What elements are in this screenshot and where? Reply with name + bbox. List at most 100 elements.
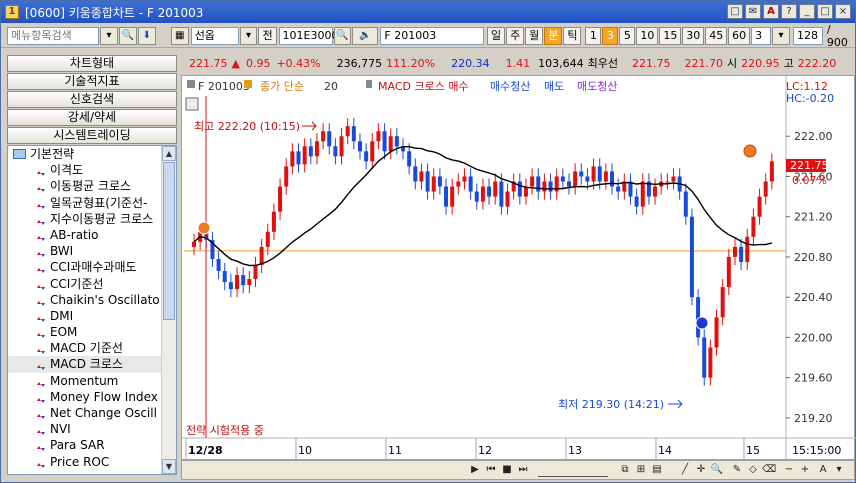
close-button[interactable]: ×	[835, 4, 851, 19]
tree-item[interactable]: Momentum	[8, 373, 176, 389]
cross-icon[interactable]: ✛	[694, 463, 708, 477]
candle-body	[271, 211, 276, 232]
count-input[interactable]: 128	[792, 26, 823, 45]
candle-body	[708, 347, 713, 378]
pen-icon[interactable]: ✎	[730, 463, 744, 477]
tree-item[interactable]: Price ROC	[8, 454, 176, 470]
plus-icon[interactable]: +	[798, 463, 812, 477]
tree-item[interactable]: MACD 기준선	[8, 340, 176, 356]
candle-body	[714, 317, 719, 348]
tree-item[interactable]: BWI	[8, 243, 176, 259]
interval-3[interactable]: 3	[602, 26, 619, 45]
tab-minute[interactable]: 분	[544, 26, 563, 45]
tree-item[interactable]: EOM	[8, 324, 176, 340]
stop-icon[interactable]: ■	[500, 463, 514, 477]
minimize-button[interactable]: _	[799, 4, 815, 19]
zoom-slider[interactable]	[538, 463, 608, 477]
speaker-icon[interactable]: 🔈	[352, 26, 379, 45]
candle-body	[480, 186, 485, 202]
tree-item[interactable]: CCI기준선	[8, 276, 176, 292]
tree-item[interactable]: AB-ratio	[8, 227, 176, 243]
scroll-down-icon[interactable]: ▼	[162, 459, 176, 474]
interval-60[interactable]: 60	[728, 26, 751, 45]
interval-1[interactable]: 1	[585, 26, 602, 45]
strength-weakness-button[interactable]: 강세/약세	[7, 109, 177, 126]
interval-dropdown-icon[interactable]: ▾	[772, 26, 790, 45]
forward-icon[interactable]: ⏭	[516, 463, 530, 477]
tab-week[interactable]: 주	[506, 26, 525, 45]
scroll-up-icon[interactable]: ▲	[162, 146, 176, 161]
text-icon[interactable]: A	[816, 463, 830, 477]
tree-item[interactable]: CCI과매수과매도	[8, 259, 176, 275]
download-icon[interactable]: ⬇	[137, 26, 156, 45]
candle-body	[296, 151, 301, 165]
split-icon[interactable]: ⊞	[634, 463, 648, 477]
tree-item[interactable]: MACD 크로스	[8, 356, 176, 373]
tab-month[interactable]: 월	[525, 26, 544, 45]
search-icon[interactable]: 🔍	[118, 26, 137, 45]
menu-search-input[interactable]	[7, 26, 99, 45]
product-dropdown-icon[interactable]: ▾	[239, 26, 258, 45]
tree-item[interactable]: Para SAR	[8, 437, 176, 453]
help-icon[interactable]: ?	[781, 4, 797, 19]
chart-type-button[interactable]: 차트형태	[7, 55, 177, 72]
grid-icon[interactable]: ▦	[170, 26, 189, 45]
chart-svg[interactable]: 222.00221.60221.20220.80220.40220.00219.…	[182, 76, 856, 461]
scroll-thumb[interactable]	[163, 162, 175, 320]
tree-item[interactable]: Chaikin's Oscillato	[8, 292, 176, 308]
candle-body	[216, 258, 221, 272]
strategy-icon	[36, 247, 46, 258]
font-icon[interactable]: A	[763, 4, 779, 19]
candle-body	[284, 166, 289, 187]
window-icon[interactable]: ⧉	[618, 463, 632, 477]
title-buttons: □ ✉ A ? _ □ ×	[727, 4, 851, 19]
x-tick-label: 11	[388, 444, 402, 457]
tree-item[interactable]: 지수이동평균 크로스	[8, 211, 176, 227]
strategy-tree[interactable]: 기본전략 이격도 이동평균 크로스 일목균형표(기준선- 지수이동평균 크로스 AB-r…	[7, 145, 177, 475]
interval-input[interactable]: 3	[751, 26, 772, 45]
shapes-icon[interactable]: ◇	[746, 463, 760, 477]
minus-icon[interactable]: −	[782, 463, 796, 477]
price-chart[interactable]: 222.00 221.60 221.20 220.80 220.40 220.00 219.…	[181, 75, 856, 461]
interval-30[interactable]: 30	[682, 26, 705, 45]
candle-body	[732, 246, 737, 257]
rewind-icon[interactable]: ⏮	[484, 463, 498, 477]
jeon-button[interactable]: 전	[258, 26, 277, 45]
interval-10[interactable]: 10	[636, 26, 659, 45]
candle-body	[413, 166, 418, 182]
tree-scrollbar[interactable]: ▲ ▼	[161, 146, 176, 474]
tree-item[interactable]: 일목균형표(기준선-	[8, 195, 176, 211]
mail-icon[interactable]: ✉	[745, 4, 761, 19]
tree-root[interactable]: 기본전략	[8, 146, 176, 162]
high-annotation: 최고 222.20 (10:15)	[194, 120, 300, 133]
technical-indicator-button[interactable]: 기술적지표	[7, 73, 177, 90]
erase-icon[interactable]: ⌫	[762, 463, 776, 477]
interval-15[interactable]: 15	[659, 26, 682, 45]
tree-item[interactable]: NVI	[8, 421, 176, 437]
link-icon[interactable]: □	[727, 4, 743, 19]
code-input[interactable]: 101E3000	[278, 26, 339, 45]
tab-day[interactable]: 일	[487, 26, 506, 45]
trend-line-icon[interactable]: ╱	[678, 463, 692, 477]
tree-item[interactable]: Net Change Oscill	[8, 405, 176, 421]
tree-item[interactable]: DMI	[8, 308, 176, 324]
candle-body	[364, 151, 369, 162]
tab-tick[interactable]: 틱	[563, 26, 582, 45]
title-bar[interactable]: 1 [0600] 키움종합차트 - F 201003 □ ✉ A ? _ □ ×	[1, 1, 855, 23]
tree-item[interactable]: 이격도	[8, 162, 176, 178]
layout-icon[interactable]: ▤	[650, 463, 664, 477]
tree-item[interactable]: 이동평균 크로스	[8, 178, 176, 194]
scroll-right-icon[interactable]: ▶	[468, 463, 482, 477]
more-icon[interactable]: ▾	[832, 463, 846, 477]
system-trading-button[interactable]: 시스템트레이딩	[7, 127, 177, 144]
product-type-select[interactable]: 선옵	[190, 26, 239, 45]
maximize-button[interactable]: □	[817, 4, 833, 19]
zoom-icon[interactable]: 🔍	[710, 463, 724, 477]
tree-item[interactable]: Money Flow Index	[8, 389, 176, 405]
high-price: 222.20	[797, 56, 837, 70]
interval-45[interactable]: 45	[705, 26, 728, 45]
dropdown-arrow-icon[interactable]: ▾	[100, 26, 118, 45]
signal-search-button[interactable]: 신호검색	[7, 91, 177, 108]
code-search-icon[interactable]: 🔍	[333, 26, 352, 45]
interval-5[interactable]: 5	[619, 26, 636, 45]
